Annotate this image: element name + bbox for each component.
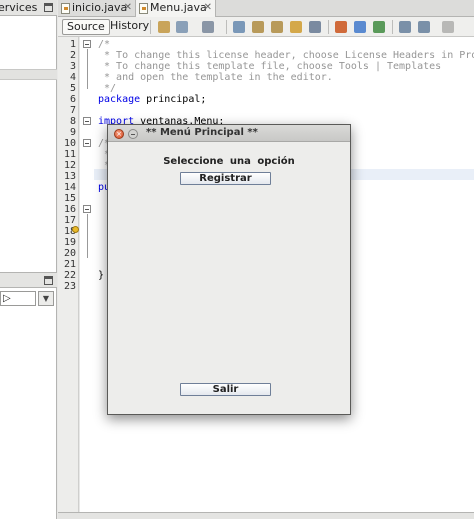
previous-bookmark-icon[interactable] (335, 21, 347, 33)
line-number: 1 (69, 39, 76, 50)
line-number: 11 (63, 149, 76, 160)
fold-guide (87, 49, 88, 89)
line-number: 3 (69, 61, 76, 72)
code-line: /* (98, 39, 110, 50)
line-number: 5 (69, 83, 76, 94)
find-next-icon[interactable] (271, 21, 283, 33)
code-line: */ (98, 83, 116, 94)
line-number: 13 (63, 171, 76, 182)
next-bookmark-icon[interactable] (354, 21, 366, 33)
comment-text: * and open the template in the editor. (98, 72, 333, 83)
tab-menu-java[interactable]: Menu.java ✕ (136, 0, 216, 17)
menu-principal-dialog: × ** Menú Principal ** Seleccione una op… (107, 124, 351, 415)
toggle-highlight-icon[interactable] (290, 21, 302, 33)
line-number: 7 (69, 105, 76, 116)
shift-line-right-icon[interactable] (418, 21, 430, 33)
code-text: } (98, 270, 105, 281)
java-file-icon (61, 3, 70, 14)
code-line: * and open the template in the editor. (98, 72, 333, 83)
close-tab-icon[interactable]: ✕ (204, 0, 212, 16)
line-number: 14 (63, 182, 76, 193)
dropdown-arrow-icon[interactable]: ▼ (38, 291, 54, 306)
navigator-panel-header (0, 272, 57, 288)
line-number: 22 (63, 270, 76, 281)
panel-divider (0, 69, 57, 80)
code-line: * To change this license header, choose … (98, 50, 474, 61)
navigator-filter-combo[interactable]: ▷ (0, 291, 36, 306)
comment-text: /* (98, 39, 111, 50)
line-number: 2 (69, 50, 76, 61)
line-number: 8 (69, 116, 76, 127)
fold-collapse-icon[interactable] (83, 139, 91, 147)
shift-line-left-icon[interactable] (399, 21, 411, 33)
exit-button[interactable]: Salir (180, 383, 271, 396)
editor-tab-bar: inicio.java ✕ Menu.java ✕ (58, 0, 474, 17)
toolbar-separator (226, 20, 227, 34)
source-toggle-button[interactable]: Source (62, 19, 110, 35)
find-icon[interactable] (233, 21, 245, 33)
line-number: 21 (63, 259, 76, 270)
editor-toolbar: Source History (58, 17, 474, 37)
code-line: } (98, 270, 104, 281)
toolbar-separator (328, 20, 329, 34)
comment-text: * To change this license header, choose … (98, 50, 474, 61)
history-toggle-button[interactable]: History (106, 19, 153, 35)
comment-text: * To change this template file, choose T… (98, 61, 442, 72)
line-number: 6 (69, 94, 76, 105)
code-text: principal; (140, 94, 207, 105)
comment-text: */ (98, 83, 117, 94)
line-number: 17 (63, 215, 76, 226)
java-file-icon (139, 3, 148, 14)
services-tab-label: ervices (0, 1, 38, 14)
fold-collapse-icon[interactable] (83, 40, 91, 48)
toggle-rectangular-selection-icon[interactable] (309, 21, 321, 33)
tab-label: Menu.java (150, 1, 207, 14)
line-number-gutter: 1 2 3 4 5 6 7 8 9 10 11 12 13 14 15 16 1… (58, 37, 79, 519)
dialog-title: ** Menú Principal ** (146, 127, 258, 138)
minimize-window-icon[interactable] (44, 3, 53, 12)
line-number: 15 (63, 193, 76, 204)
last-edit-icon[interactable] (158, 21, 170, 33)
services-panel: ervices ▷ ▼ (0, 0, 57, 519)
line-number: 19 (63, 237, 76, 248)
line-number: 4 (69, 72, 76, 83)
minimize-icon[interactable] (128, 129, 138, 139)
editor-status-strip (58, 512, 474, 519)
prompt-label: Seleccione una opción (163, 156, 295, 167)
keyword-text: package (98, 94, 141, 105)
fold-guide (87, 214, 88, 258)
forward-icon[interactable] (202, 21, 214, 33)
close-tab-icon[interactable]: ✕ (124, 0, 132, 16)
toggle-bookmark-icon[interactable] (373, 21, 385, 33)
close-icon[interactable]: × (114, 129, 124, 139)
toolbar-separator (392, 20, 393, 34)
code-line: package principal; (98, 94, 206, 105)
minimize-window-icon[interactable] (44, 276, 53, 285)
line-number: 9 (69, 127, 76, 138)
lightbulb-hint-icon[interactable] (72, 226, 79, 233)
dialog-title-bar[interactable]: × ** Menú Principal ** (108, 125, 350, 142)
tab-inicio-java[interactable]: inicio.java ✕ (58, 0, 136, 17)
line-number: 12 (63, 160, 76, 171)
back-icon[interactable] (176, 21, 188, 33)
line-number: 10 (63, 138, 76, 149)
line-number: 16 (63, 204, 76, 215)
code-line: * To change this template file, choose T… (98, 61, 441, 72)
register-button[interactable]: Registrar (180, 172, 271, 185)
line-number: 20 (63, 248, 76, 259)
start-macro-recording-icon[interactable] (442, 21, 454, 33)
tab-label: inicio.java (72, 1, 128, 14)
code-fold-column (80, 37, 94, 519)
find-previous-icon[interactable] (252, 21, 264, 33)
line-number: 23 (63, 281, 76, 292)
services-tab[interactable]: ervices (0, 0, 57, 16)
toolbar-separator (150, 20, 151, 34)
fold-collapse-icon[interactable] (83, 117, 91, 125)
fold-collapse-icon[interactable] (83, 205, 91, 213)
